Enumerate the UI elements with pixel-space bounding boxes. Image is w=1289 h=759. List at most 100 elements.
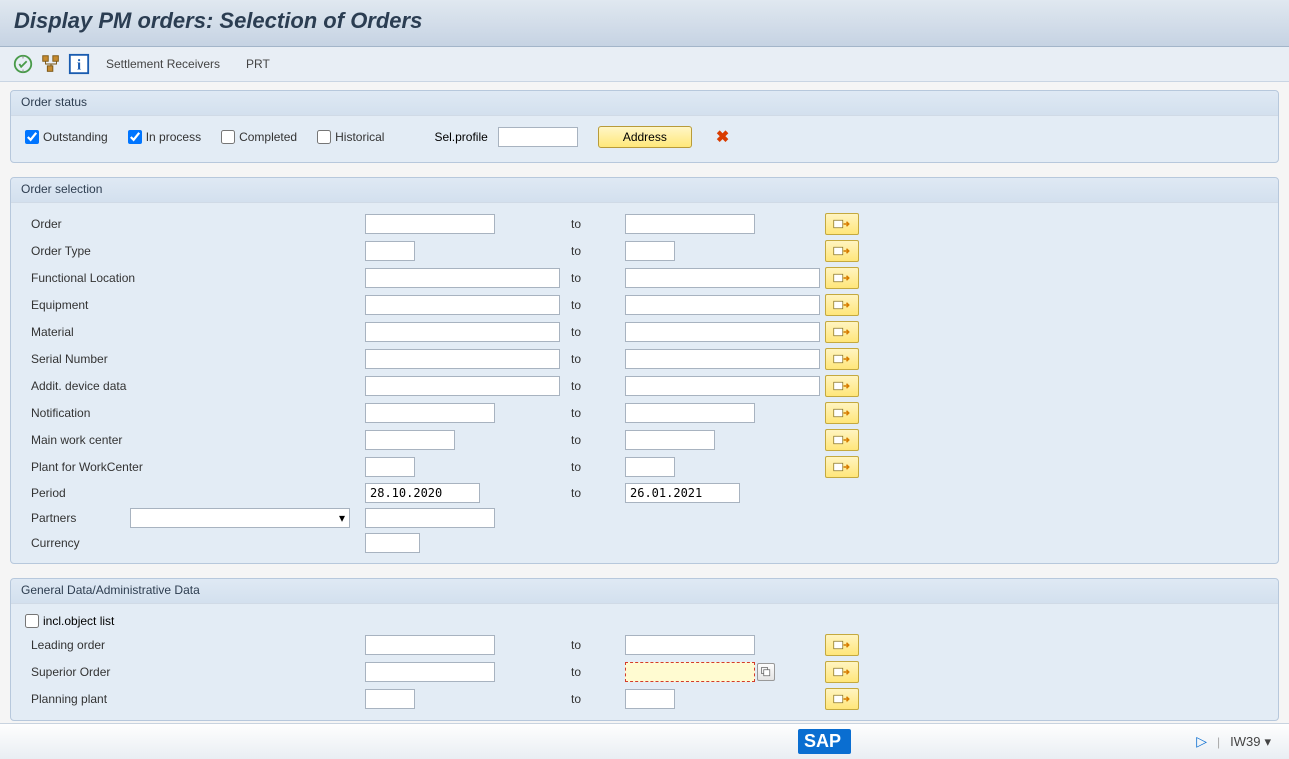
outstanding-label: Outstanding (43, 130, 108, 144)
equipment-label: Equipment (25, 298, 365, 312)
info-icon[interactable]: i (68, 53, 90, 75)
notif-to-input[interactable] (625, 403, 755, 423)
status-bar: SAP ▷ | IW39 ▾ (0, 723, 1289, 759)
leading-from-input[interactable] (365, 635, 495, 655)
historical-chk-input[interactable] (317, 130, 331, 144)
completed-chk-input[interactable] (221, 130, 235, 144)
delete-icon[interactable]: ✖ (716, 127, 729, 147)
ordertype-from-input[interactable] (365, 241, 415, 261)
mainwc-from-input[interactable] (365, 430, 455, 450)
search-help-icon[interactable] (757, 663, 775, 681)
material-from-input[interactable] (365, 322, 560, 342)
partners-dropdown[interactable]: ▾ (130, 508, 350, 528)
multi-select-icon[interactable] (825, 321, 859, 343)
planplant-to-input[interactable] (625, 689, 675, 709)
outstanding-checkbox[interactable]: Outstanding (25, 130, 108, 144)
order-selection-header: Order selection (11, 178, 1278, 203)
chevron-down-icon: ▾ (1264, 734, 1271, 750)
multi-select-icon[interactable] (825, 634, 859, 656)
completed-checkbox[interactable]: Completed (221, 130, 297, 144)
leading-label: Leading order (25, 638, 365, 652)
equipment-to-input[interactable] (625, 295, 820, 315)
prt-button[interactable]: PRT (236, 55, 280, 73)
selprofile-label: Sel.profile (434, 130, 487, 144)
transaction-code[interactable]: IW39 ▾ (1230, 734, 1271, 750)
order-status-header: Order status (11, 91, 1278, 116)
selprofile-input[interactable] (498, 127, 578, 147)
plantwc-to-input[interactable] (625, 457, 675, 477)
serial-from-input[interactable] (365, 349, 560, 369)
superior-label: Superior Order (25, 665, 365, 679)
multi-select-icon[interactable] (825, 688, 859, 710)
multi-select-icon[interactable] (825, 375, 859, 397)
serial-to-input[interactable] (625, 349, 820, 369)
plantwc-from-input[interactable] (365, 457, 415, 477)
material-label: Material (25, 325, 365, 339)
toolbar: i Settlement Receivers PRT (0, 47, 1289, 82)
order-selection-group: Order selection Order to Order Type to F… (10, 177, 1279, 564)
funcloc-to-input[interactable] (625, 268, 820, 288)
plantwc-label: Plant for WorkCenter (25, 460, 365, 474)
notif-from-input[interactable] (365, 403, 495, 423)
address-button[interactable]: Address (598, 126, 692, 148)
leading-to-input[interactable] (625, 635, 755, 655)
sap-logo: SAP (798, 729, 851, 754)
to-label: to (565, 692, 625, 706)
partners-label: Partners (25, 511, 130, 525)
mainwc-to-input[interactable] (625, 430, 715, 450)
to-label: to (565, 271, 625, 285)
chevron-down-icon: ▾ (339, 511, 345, 525)
equipment-from-input[interactable] (365, 295, 560, 315)
page-title: Display PM orders: Selection of Orders (14, 8, 1275, 34)
execute-icon[interactable] (12, 53, 34, 75)
outstanding-chk-input[interactable] (25, 130, 39, 144)
multi-select-icon[interactable] (825, 213, 859, 235)
multi-select-icon[interactable] (825, 348, 859, 370)
multi-select-icon[interactable] (825, 429, 859, 451)
currency-label: Currency (25, 536, 365, 550)
ordertype-label: Order Type (25, 244, 365, 258)
historical-checkbox[interactable]: Historical (317, 130, 384, 144)
play-icon[interactable]: ▷ (1196, 733, 1207, 750)
mainwc-label: Main work center (25, 433, 365, 447)
period-label: Period (25, 486, 365, 500)
order-to-input[interactable] (625, 214, 755, 234)
inprocess-chk-input[interactable] (128, 130, 142, 144)
multi-select-icon[interactable] (825, 402, 859, 424)
serial-label: Serial Number (25, 352, 365, 366)
funcloc-from-input[interactable] (365, 268, 560, 288)
multi-select-icon[interactable] (825, 294, 859, 316)
order-from-input[interactable] (365, 214, 495, 234)
incl-objlist-label: incl.object list (43, 614, 114, 628)
addit-from-input[interactable] (365, 376, 560, 396)
partners-value-input[interactable] (365, 508, 495, 528)
period-to-input[interactable] (625, 483, 740, 503)
multi-select-icon[interactable] (825, 240, 859, 262)
multi-select-icon[interactable] (825, 661, 859, 683)
general-data-header: General Data/Administrative Data (11, 579, 1278, 604)
svg-text:i: i (77, 58, 81, 74)
incl-objlist-chk-input[interactable] (25, 614, 39, 628)
hierarchy-icon[interactable] (40, 53, 62, 75)
currency-input[interactable] (365, 533, 420, 553)
material-to-input[interactable] (625, 322, 820, 342)
incl-objlist-checkbox[interactable]: incl.object list (25, 614, 1264, 628)
addit-label: Addit. device data (25, 379, 365, 393)
planplant-from-input[interactable] (365, 689, 415, 709)
general-data-group: General Data/Administrative Data incl.ob… (10, 578, 1279, 721)
inprocess-label: In process (146, 130, 201, 144)
ordertype-to-input[interactable] (625, 241, 675, 261)
to-label: to (565, 406, 625, 420)
settlement-receivers-button[interactable]: Settlement Receivers (96, 55, 230, 73)
period-from-input[interactable] (365, 483, 480, 503)
title-bar: Display PM orders: Selection of Orders (0, 0, 1289, 47)
to-label: to (565, 325, 625, 339)
addit-to-input[interactable] (625, 376, 820, 396)
superior-to-input[interactable] (625, 662, 755, 682)
multi-select-icon[interactable] (825, 267, 859, 289)
to-label: to (565, 665, 625, 679)
superior-from-input[interactable] (365, 662, 495, 682)
multi-select-icon[interactable] (825, 456, 859, 478)
content-area: Order status Outstanding In process Comp… (0, 82, 1289, 743)
inprocess-checkbox[interactable]: In process (128, 130, 201, 144)
